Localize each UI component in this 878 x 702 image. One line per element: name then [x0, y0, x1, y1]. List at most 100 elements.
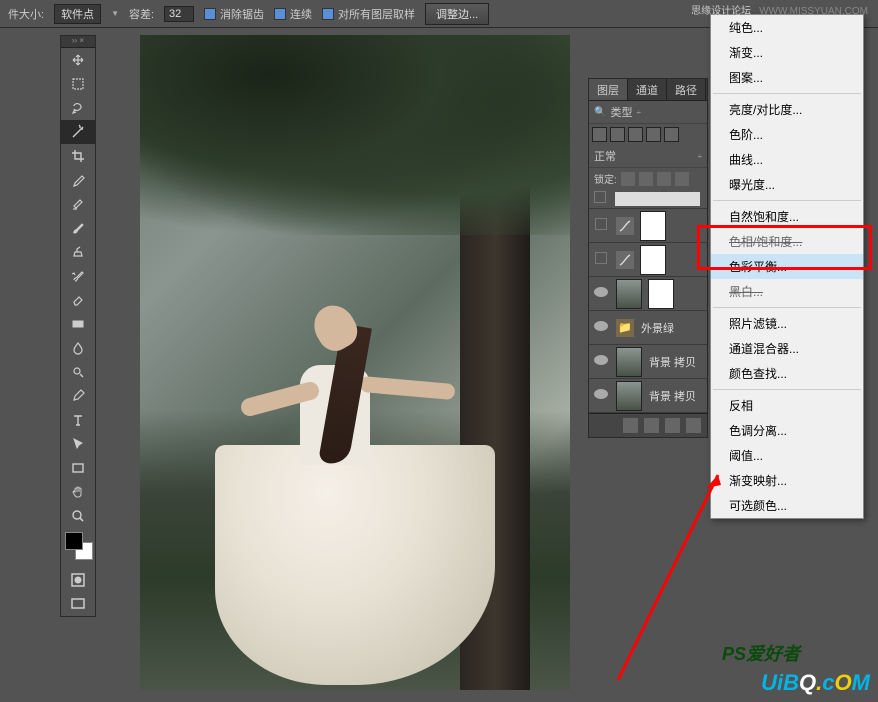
visibility-toggle[interactable]: [589, 389, 613, 402]
filter-smart-icon[interactable]: [664, 127, 679, 142]
all-layers-checkbox[interactable]: 对所有图层取样: [322, 6, 415, 22]
eraser-tool[interactable]: [61, 288, 95, 312]
magic-wand-tool[interactable]: [61, 120, 95, 144]
tolerance-input[interactable]: 32: [164, 6, 194, 22]
adjustment-menu-item[interactable]: 黑白...: [711, 279, 863, 304]
zoom-tool[interactable]: [61, 504, 95, 528]
adjustment-menu-item[interactable]: 照片滤镜...: [711, 311, 863, 336]
visibility-toggle[interactable]: [589, 287, 613, 300]
adjustment-menu-item[interactable]: 可选颜色...: [711, 493, 863, 518]
document-canvas[interactable]: [140, 35, 570, 690]
adjustment-menu-item[interactable]: 自然饱和度...: [711, 204, 863, 229]
chevron-down-icon[interactable]: ▼: [111, 9, 119, 18]
blur-tool[interactable]: [61, 336, 95, 360]
layer-row[interactable]: [589, 209, 707, 243]
layer-name[interactable]: 背景 拷贝: [645, 354, 707, 370]
adjustment-menu-item[interactable]: 色阶...: [711, 122, 863, 147]
adjustment-layer-icon: [616, 217, 634, 235]
hand-tool[interactable]: [61, 480, 95, 504]
pen-tool[interactable]: [61, 384, 95, 408]
adjustment-menu-item[interactable]: 颜色查找...: [711, 361, 863, 386]
adjustment-menu-item[interactable]: 曲线...: [711, 147, 863, 172]
filter-kind-dropdown[interactable]: 类型: [610, 104, 632, 120]
tab-channels[interactable]: 通道: [628, 79, 667, 100]
dodge-tool[interactable]: [61, 360, 95, 384]
move-tool[interactable]: [61, 48, 95, 72]
lock-all-icon[interactable]: [675, 172, 689, 186]
layer-thumbnail[interactable]: [616, 347, 642, 377]
anti-alias-checkbox[interactable]: 消除锯齿: [204, 6, 264, 22]
photo-content: [140, 35, 570, 690]
link-layers-icon[interactable]: [623, 418, 638, 433]
adjustment-menu-item[interactable]: 色相/饱和度...: [711, 229, 863, 254]
adjustment-menu-item[interactable]: 渐变映射...: [711, 468, 863, 493]
add-mask-icon[interactable]: [665, 418, 680, 433]
adjustment-menu-item[interactable]: 色彩平衡...: [711, 254, 863, 279]
filter-type-icon[interactable]: [628, 127, 643, 142]
layer-row[interactable]: [589, 189, 707, 209]
new-adjustment-layer-menu[interactable]: 纯色...渐变...图案... 亮度/对比度...色阶...曲线...曝光度...…: [710, 14, 864, 519]
layer-mask-thumbnail[interactable]: [648, 279, 674, 309]
size-mode-dropdown[interactable]: 软件点: [54, 4, 101, 24]
healing-brush-tool[interactable]: [61, 192, 95, 216]
tab-layers[interactable]: 图层: [589, 79, 628, 100]
gradient-tool[interactable]: [61, 312, 95, 336]
visibility-toggle[interactable]: [589, 252, 613, 267]
adjustment-menu-item[interactable]: 曝光度...: [711, 172, 863, 197]
path-select-tool[interactable]: [61, 432, 95, 456]
adjustment-menu-item[interactable]: 渐变...: [711, 40, 863, 65]
panel-tabs: 图层 通道 路径: [589, 79, 707, 101]
filter-pixel-icon[interactable]: [592, 127, 607, 142]
new-adjustment-icon[interactable]: [686, 418, 701, 433]
visibility-toggle[interactable]: [589, 218, 613, 233]
contiguous-checkbox[interactable]: 连续: [274, 6, 312, 22]
marquee-tool[interactable]: [61, 72, 95, 96]
visibility-toggle[interactable]: [589, 321, 613, 334]
layer-row[interactable]: [589, 277, 707, 311]
filter-adjustment-icon[interactable]: [610, 127, 625, 142]
lock-transparency-icon[interactable]: [621, 172, 635, 186]
lasso-tool[interactable]: [61, 96, 95, 120]
adjustment-menu-item[interactable]: 图案...: [711, 65, 863, 90]
layer-row[interactable]: 📁外景绿: [589, 311, 707, 345]
lock-pixels-icon[interactable]: [639, 172, 653, 186]
visibility-toggle[interactable]: [589, 355, 613, 368]
layer-mask-thumbnail[interactable]: [640, 211, 666, 241]
adjustment-menu-item[interactable]: 阈值...: [711, 443, 863, 468]
layer-name[interactable]: 背景 拷贝: [645, 388, 707, 404]
layer-name[interactable]: 外景绿: [637, 320, 707, 336]
toolbox-header[interactable]: ›› ×: [61, 36, 95, 48]
lock-label: 锁定:: [594, 171, 617, 186]
chevron-down-icon[interactable]: ÷: [636, 108, 640, 117]
rectangle-tool[interactable]: [61, 456, 95, 480]
visibility-toggle[interactable]: [589, 191, 612, 206]
eyedropper-tool[interactable]: [61, 168, 95, 192]
quick-mask-icon[interactable]: [61, 568, 95, 592]
tab-paths[interactable]: 路径: [667, 79, 706, 100]
adjustment-menu-item[interactable]: 反相: [711, 393, 863, 418]
adjustment-menu-item[interactable]: 色调分离...: [711, 418, 863, 443]
layer-row[interactable]: 背景 拷贝: [589, 345, 707, 379]
refine-edge-button[interactable]: 调整边...: [425, 3, 489, 25]
adjustment-menu-item[interactable]: 通道混合器...: [711, 336, 863, 361]
history-brush-tool[interactable]: [61, 264, 95, 288]
foreground-color-swatch[interactable]: [65, 532, 83, 550]
layer-thumbnail[interactable]: [616, 381, 642, 411]
adjustment-menu-item[interactable]: 纯色...: [711, 15, 863, 40]
clone-stamp-tool[interactable]: [61, 240, 95, 264]
brush-tool[interactable]: [61, 216, 95, 240]
blend-mode-dropdown[interactable]: 正常: [594, 148, 616, 164]
layer-row[interactable]: [589, 243, 707, 277]
layer-thumbnail[interactable]: [616, 279, 642, 309]
type-tool[interactable]: [61, 408, 95, 432]
crop-tool[interactable]: [61, 144, 95, 168]
filter-shape-icon[interactable]: [646, 127, 661, 142]
screen-mode-icon[interactable]: [61, 592, 95, 616]
fx-icon[interactable]: [644, 418, 659, 433]
layer-row[interactable]: 背景 拷贝: [589, 379, 707, 413]
color-swatches[interactable]: [61, 528, 95, 568]
chevron-down-icon[interactable]: ÷: [698, 152, 702, 161]
layer-mask-thumbnail[interactable]: [640, 245, 666, 275]
adjustment-menu-item[interactable]: 亮度/对比度...: [711, 97, 863, 122]
lock-position-icon[interactable]: [657, 172, 671, 186]
